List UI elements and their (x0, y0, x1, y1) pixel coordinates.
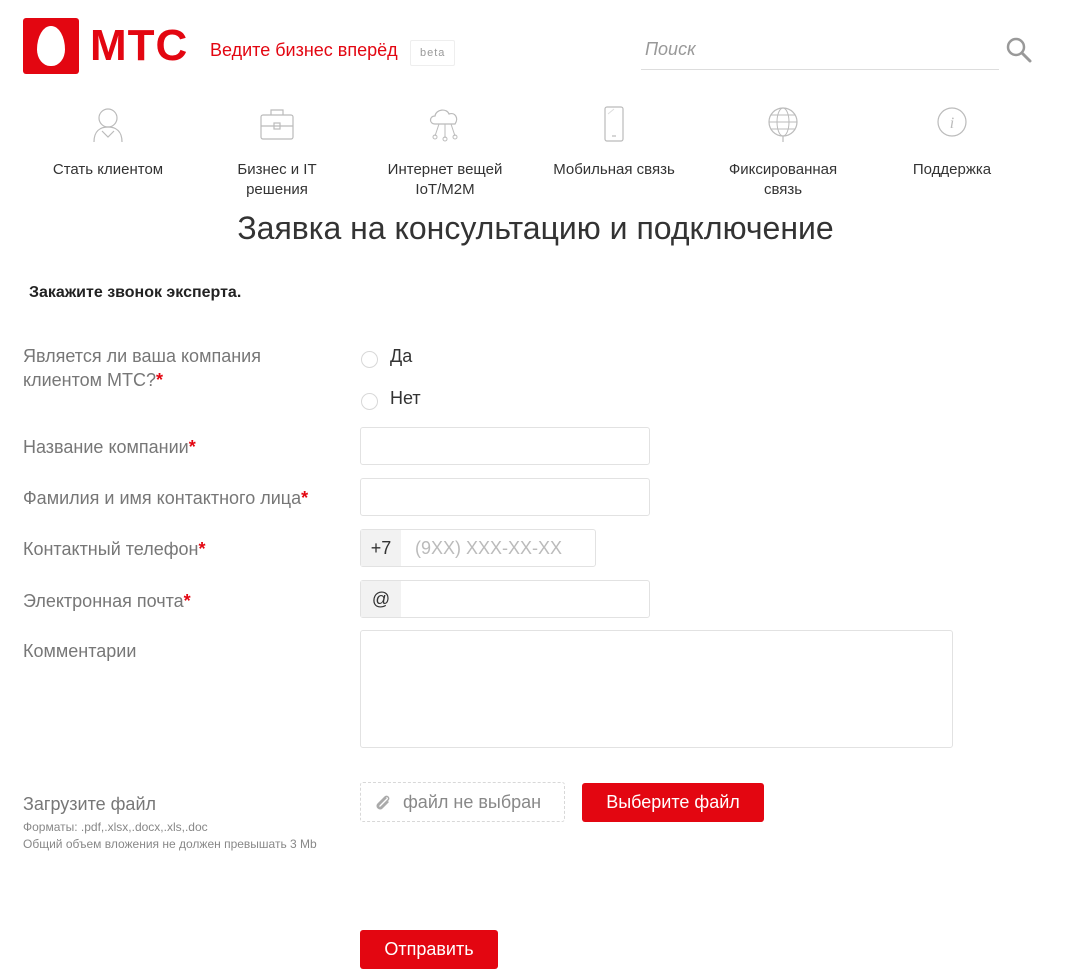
required-mark: * (198, 539, 206, 559)
file-drop-area[interactable]: файл не выбран (360, 782, 565, 822)
file-status: файл не выбран (403, 792, 542, 812)
required-mark: * (301, 488, 309, 508)
comments-label: Комментарии (23, 641, 137, 661)
phone-prefix: +7 (361, 530, 401, 566)
nav-label: Мобильная связь (553, 161, 675, 178)
contact-name-text: Фамилия и имя контактного лица (23, 488, 302, 508)
company-label: Название компании* (23, 435, 196, 459)
choose-file-button[interactable]: Выберите файл (582, 783, 764, 822)
nav-item-mobile[interactable]: Мобильная связь (539, 100, 689, 180)
nav-label: Стать клиентом (52, 161, 164, 178)
briefcase-icon (260, 109, 294, 140)
contact-name-label: Фамилия и имя контактного лица* (23, 486, 308, 510)
nav-item-support[interactable]: i Поддержка (877, 100, 1027, 180)
company-field[interactable] (360, 427, 650, 465)
phone-text: Контактный телефон (23, 539, 199, 559)
radio-no-label[interactable]: Нет (390, 388, 421, 409)
contact-name-field[interactable] (360, 478, 650, 516)
globe-icon (768, 107, 798, 142)
search-icon[interactable] (1005, 36, 1033, 64)
upload-limit: Общий объем вложения не должен превышать… (23, 837, 317, 851)
required-mark: * (156, 370, 164, 390)
cloud-network-icon (429, 109, 458, 142)
tagline: Ведите бизнес вперёд (210, 40, 398, 60)
brand-name[interactable]: МТС (90, 18, 188, 74)
email-field[interactable]: @ (360, 580, 650, 618)
beta-badge: beta (410, 40, 456, 66)
email-prefix: @ (361, 581, 401, 617)
svg-text:i: i (950, 115, 954, 132)
contact-name-input[interactable] (361, 479, 649, 515)
nav-item-become-client[interactable]: Стать клиентом (33, 100, 183, 180)
nav-item-fixed[interactable]: Фиксированная связь (708, 100, 858, 200)
search-input[interactable] (641, 30, 999, 70)
upload-formats: Форматы: .pdf,.xlsx,.docx,.xls,.doc (23, 820, 208, 834)
nav-label: Интернет вещей IoT/M2M (387, 161, 503, 198)
nav-item-business-it[interactable]: Бизнес и IT решения (202, 100, 352, 200)
email-label: Электронная почта* (23, 589, 191, 613)
radio-yes[interactable] (361, 351, 378, 368)
email-text: Электронная почта (23, 591, 184, 611)
form-subtitle: Закажите звонок эксперта. (29, 284, 242, 301)
required-mark: * (183, 591, 191, 611)
comments-textarea[interactable] (361, 631, 952, 747)
is-client-text: Является ли ваша компания клиентом МТС? (23, 346, 261, 390)
mts-logo[interactable] (23, 18, 79, 74)
radio-no[interactable] (361, 393, 378, 410)
phone-field[interactable]: +7 (360, 529, 596, 567)
upload-label: Загрузите файл (23, 794, 156, 814)
comments-field[interactable] (360, 630, 953, 748)
phone-input[interactable] (403, 530, 593, 566)
info-icon: i (937, 107, 967, 137)
paperclip-icon (376, 795, 390, 810)
page-title: Заявка на консультацию и подключение (237, 210, 834, 246)
nav-item-iot[interactable]: Интернет вещей IoT/M2M (370, 100, 520, 200)
email-input[interactable] (403, 581, 647, 617)
company-text: Название компании (23, 437, 189, 457)
is-client-label: Является ли ваша компания клиентом МТС?* (23, 344, 323, 392)
company-input[interactable] (361, 428, 649, 464)
required-mark: * (188, 437, 196, 457)
radio-yes-label[interactable]: Да (390, 346, 412, 367)
phone-icon (604, 106, 624, 142)
submit-button[interactable]: Отправить (360, 930, 498, 969)
person-icon (93, 108, 123, 143)
phone-label: Контактный телефон* (23, 537, 206, 561)
nav-label: Фиксированная связь (728, 161, 838, 198)
nav-label: Поддержка (912, 161, 992, 178)
nav-label: Бизнес и IT решения (237, 161, 317, 198)
